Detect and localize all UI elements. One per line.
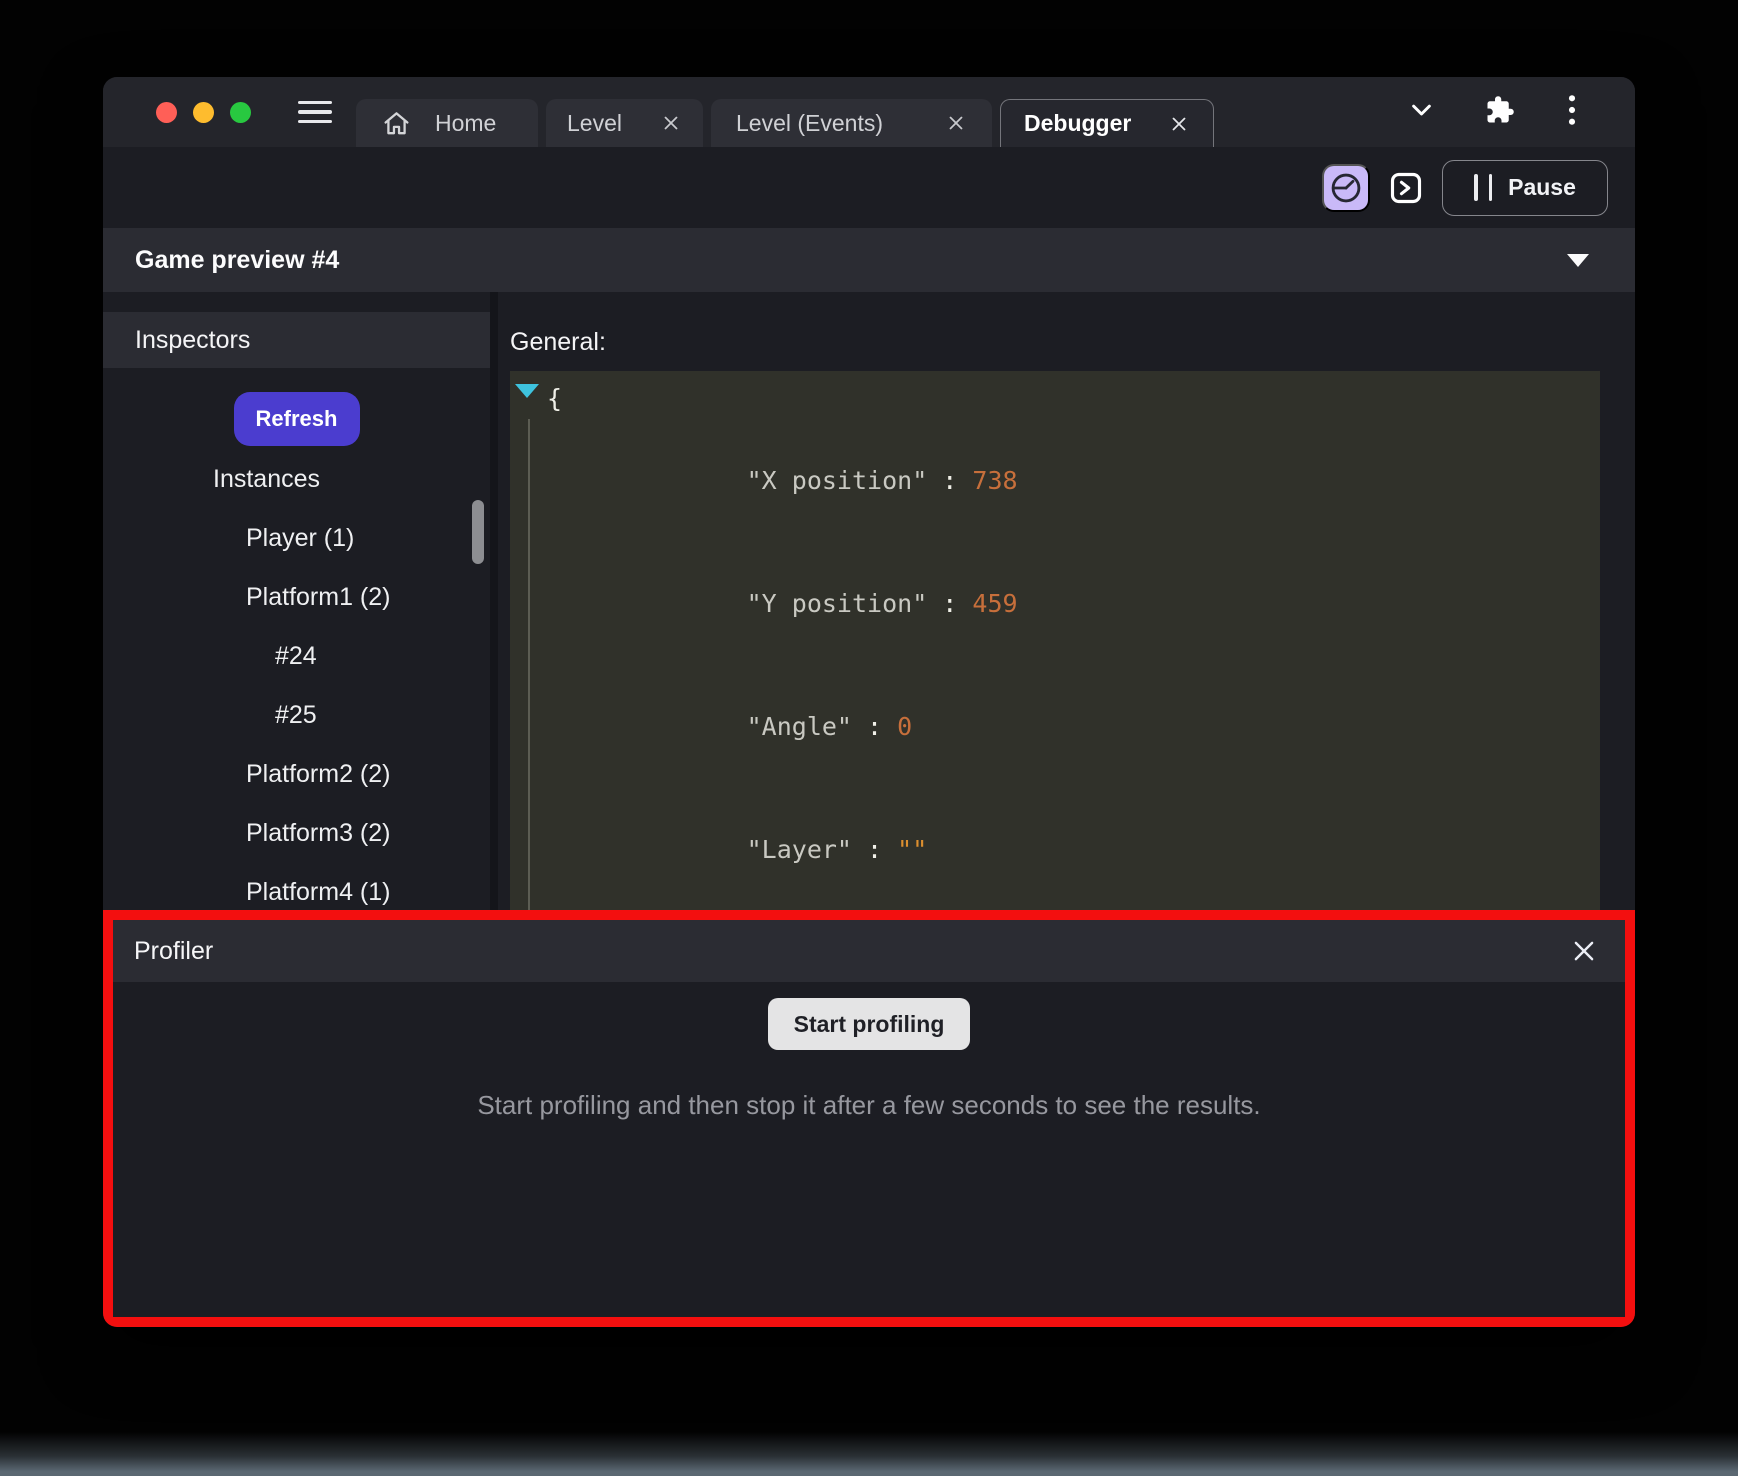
tab-label: Level (567, 110, 622, 137)
console-icon (1388, 169, 1424, 207)
tree-item-player[interactable]: Player (1) (103, 509, 490, 568)
start-profiling-button[interactable]: Start profiling (768, 998, 971, 1050)
extensions-button[interactable] (1485, 95, 1515, 130)
chevron-down-icon[interactable] (1408, 96, 1435, 128)
pause-icon (1474, 174, 1492, 201)
profiler-close-button[interactable] (1569, 936, 1599, 966)
home-icon (382, 109, 411, 138)
tab-debugger[interactable]: Debugger (1000, 99, 1214, 147)
game-preview-header[interactable]: Game preview #4 (103, 228, 1635, 292)
kebab-icon (1565, 94, 1579, 126)
json-open-brace: { (510, 378, 1600, 419)
close-icon[interactable] (945, 112, 967, 134)
puzzle-icon (1485, 95, 1515, 125)
profiler-title: Profiler (134, 937, 213, 966)
json-line: "Y position" : 459 (510, 542, 1600, 665)
profiler-header: Profiler (113, 920, 1625, 982)
more-menu-button[interactable] (1565, 94, 1579, 131)
tab-level-events[interactable]: Level (Events) (711, 99, 992, 147)
tab-label: Level (Events) (736, 110, 883, 137)
json-line: "Layer" : "" (510, 788, 1600, 911)
profiler-description: Start profiling and then stop it after a… (477, 1090, 1260, 1121)
debugger-toolbar: Pause (103, 147, 1635, 228)
instances-tree: Instances Player (1) Platform1 (2) #24 #… (103, 450, 490, 922)
pause-label: Pause (1508, 174, 1576, 201)
tab-level[interactable]: Level (546, 99, 703, 147)
tab-bar-actions (1408, 94, 1635, 131)
profiler-body: Start profiling Start profiling and then… (113, 982, 1625, 1317)
inspectors-title: Inspectors (135, 326, 250, 355)
profiler-panel: Profiler Start profiling Start profiling… (103, 910, 1635, 1327)
general-section-title: General: (510, 328, 1600, 357)
json-line: "Angle" : 0 (510, 665, 1600, 788)
dropdown-triangle-icon[interactable] (1567, 254, 1589, 267)
tree-item-25[interactable]: #25 (103, 686, 490, 745)
refresh-button[interactable]: Refresh (234, 392, 360, 446)
tab-home[interactable]: Home (356, 99, 538, 147)
tree-item-24[interactable]: #24 (103, 627, 490, 686)
tree-item-platform1[interactable]: Platform1 (2) (103, 568, 490, 627)
profiler-toggle-button[interactable] (1322, 164, 1370, 212)
tree-item-platform3[interactable]: Platform3 (2) (103, 804, 490, 863)
inspectors-header: Inspectors (103, 312, 490, 368)
close-icon (1569, 936, 1599, 966)
screen: Home Level Level (Events) Debugger (0, 0, 1738, 1476)
console-button[interactable] (1388, 170, 1424, 206)
close-icon[interactable] (660, 112, 682, 134)
tab-strip: Home Level Level (Events) Debugger (356, 99, 1222, 147)
tree-item-platform2[interactable]: Platform2 (2) (103, 745, 490, 804)
tab-label: Debugger (1024, 110, 1131, 137)
close-icon[interactable] (1168, 113, 1190, 135)
pause-button[interactable]: Pause (1442, 160, 1608, 216)
tab-bar: Home Level Level (Events) Debugger (103, 77, 1635, 147)
expand-triangle-icon[interactable] (515, 384, 539, 398)
sidebar-scrollbar[interactable] (472, 500, 484, 564)
desktop-floor (0, 1432, 1738, 1476)
tab-label: Home (435, 110, 496, 137)
main-menu-button[interactable] (298, 101, 332, 124)
gauge-icon (1328, 170, 1364, 206)
hamburger-icon (298, 101, 332, 105)
close-window-button[interactable] (156, 102, 177, 123)
game-preview-title: Game preview #4 (135, 246, 339, 275)
tree-item-instances[interactable]: Instances (103, 450, 490, 509)
json-line: "X position" : 738 (510, 419, 1600, 542)
minimize-window-button[interactable] (193, 102, 214, 123)
app-window: Home Level Level (Events) Debugger (103, 77, 1635, 1327)
zoom-window-button[interactable] (230, 102, 251, 123)
window-controls (156, 102, 251, 123)
